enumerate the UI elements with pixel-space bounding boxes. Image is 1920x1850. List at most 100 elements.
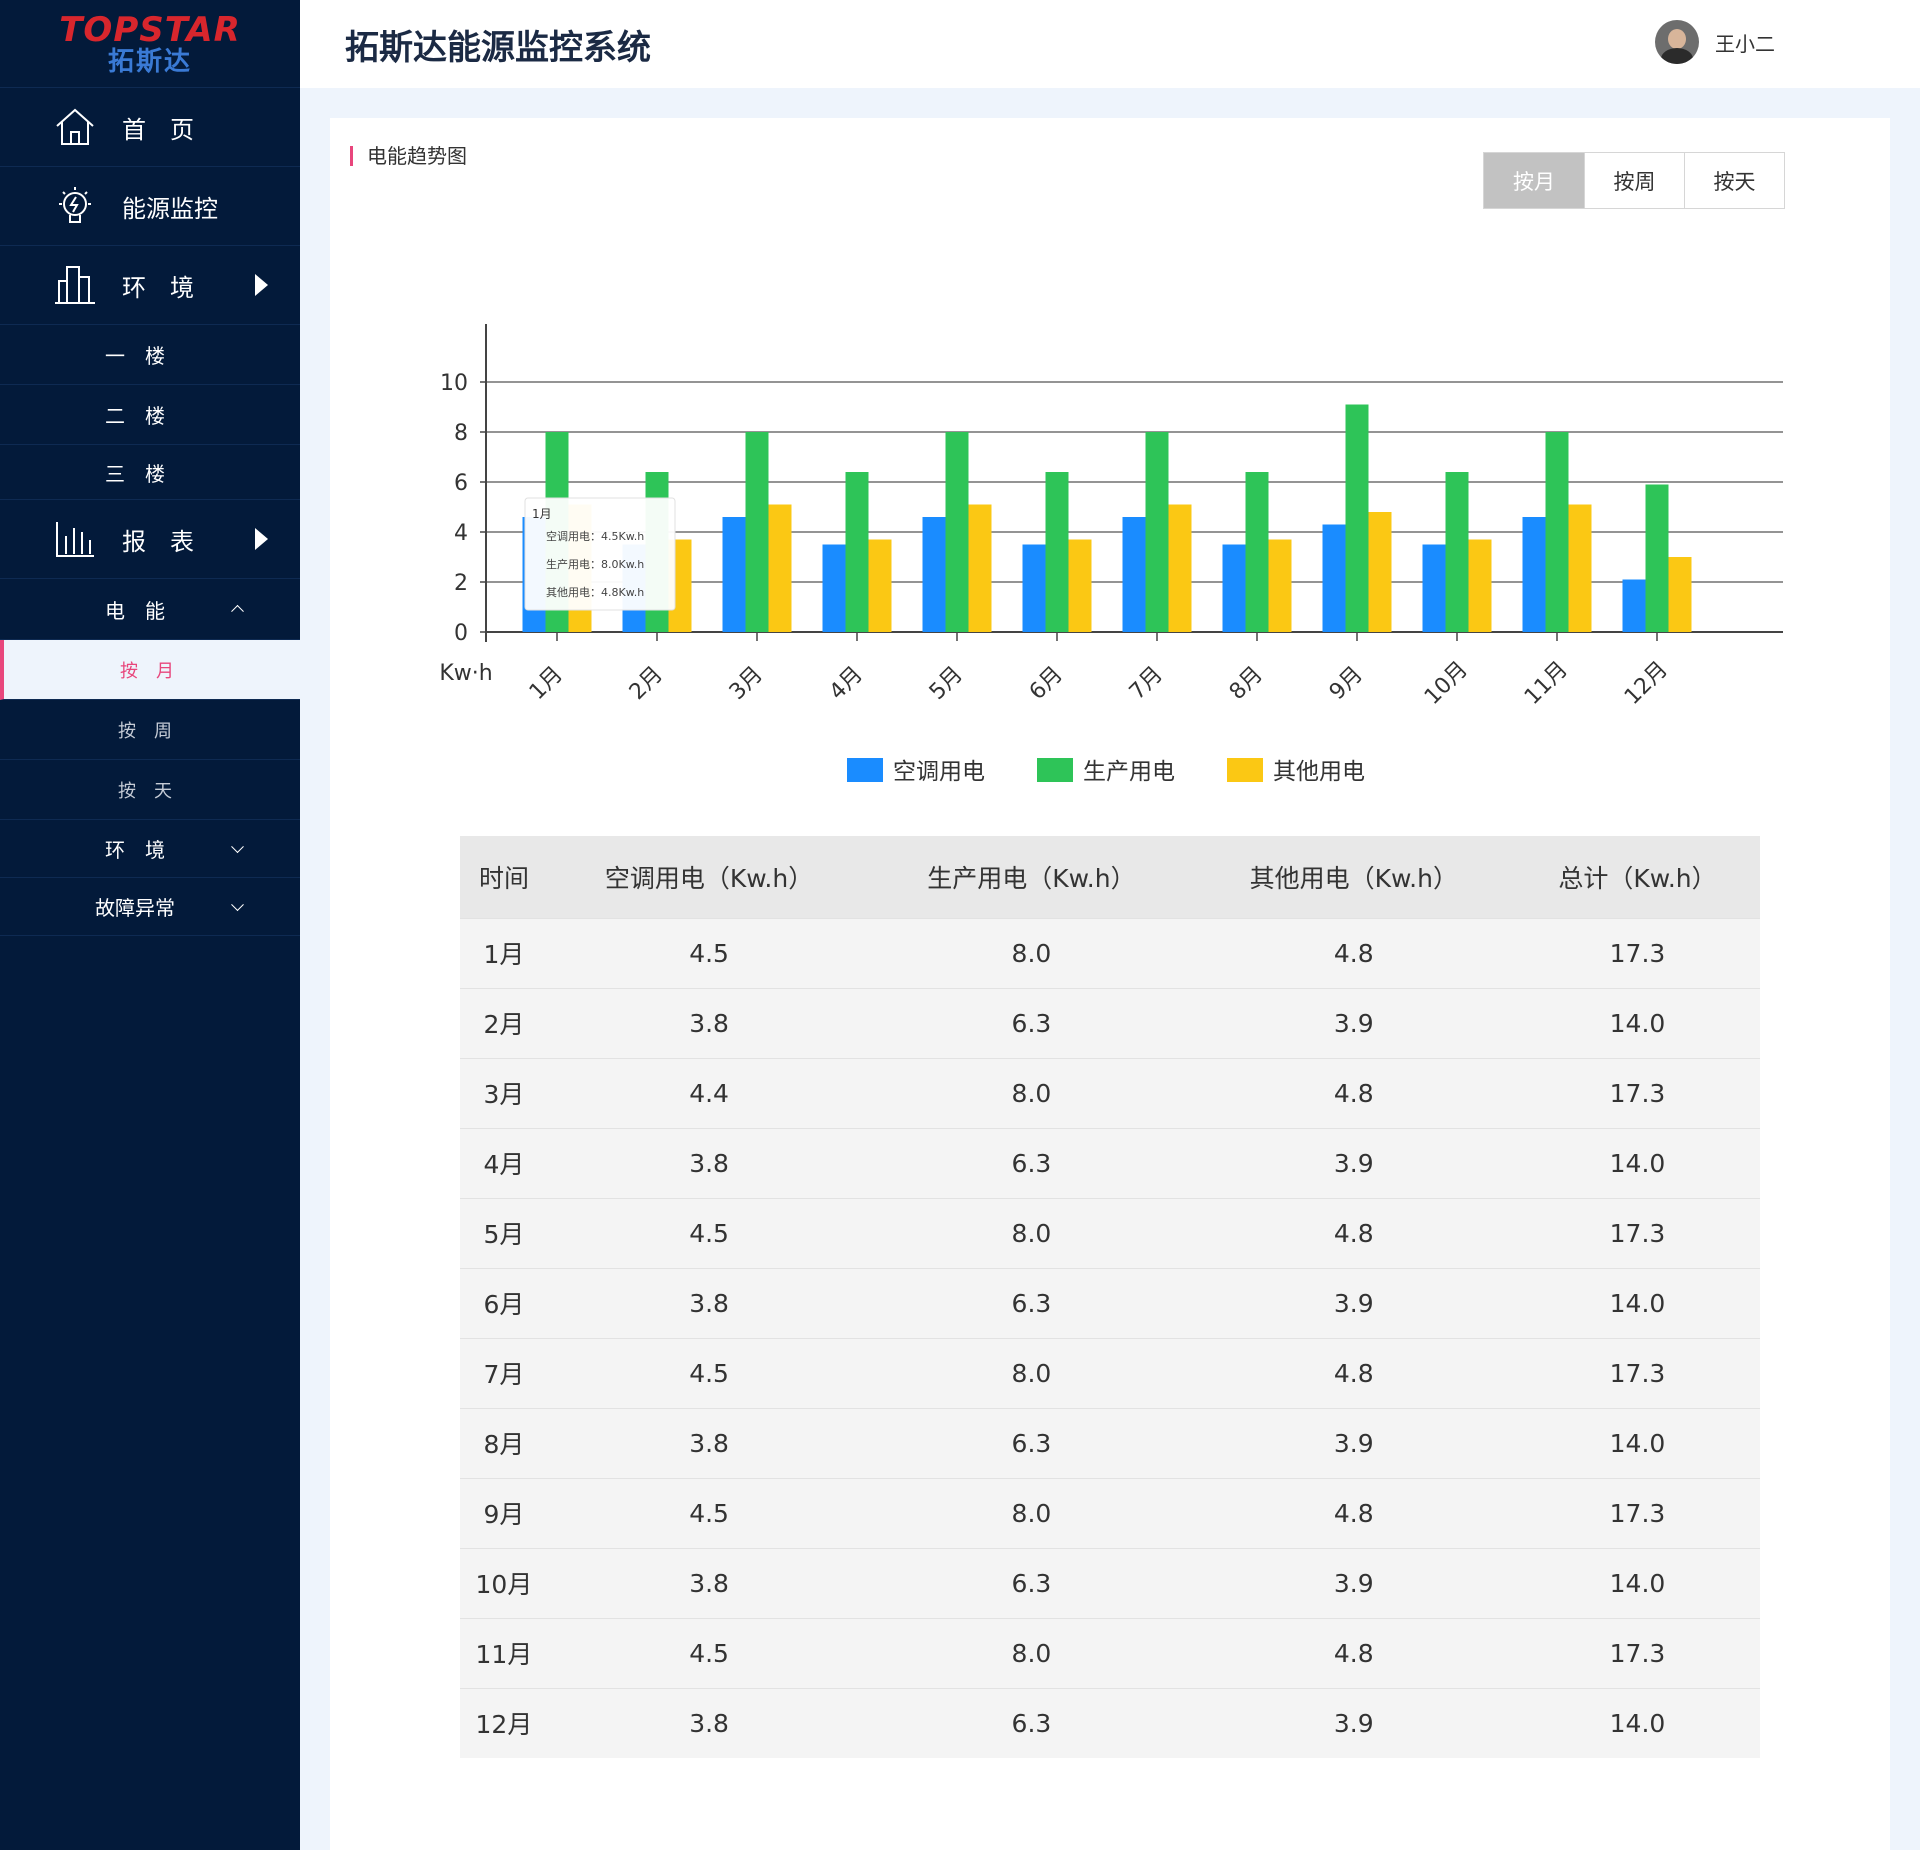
table-header-cell: 生产用电（Kw.h）	[870, 836, 1193, 918]
user-name: 王小二	[1715, 31, 1775, 56]
bar	[1545, 432, 1569, 632]
bar	[922, 517, 946, 632]
bar-chart-icon	[52, 516, 98, 562]
sidebar-floor-3[interactable]: 三 楼	[0, 445, 300, 500]
bar	[1222, 544, 1246, 632]
table-cell: 3.8	[547, 1267, 871, 1338]
sidebar-item-energy[interactable]: 能源监控	[0, 167, 300, 246]
bar	[1122, 517, 1146, 632]
table-header-cell: 其他用电（Kw.h）	[1192, 836, 1515, 918]
table-cell: 3.8	[547, 1127, 871, 1198]
tooltip-line: 生产用电：8.0Kw.h	[546, 557, 644, 571]
table-row: 10月 3.8 6.3 3.9 14.0	[460, 1547, 1760, 1618]
legend-label: 其他用电	[1273, 759, 1365, 785]
sidebar-report-env-label: 环 境	[105, 838, 165, 862]
brand-logo: TOPSTAR 拓斯达	[0, 0, 300, 88]
table-cell: 4.5	[547, 1197, 871, 1268]
user-menu[interactable]: 王小二	[1655, 20, 1775, 64]
table-cell: 3.9	[1192, 987, 1515, 1058]
bar	[1022, 544, 1046, 632]
x-tick-label: 6月	[1025, 662, 1068, 705]
table-cell: 8.0	[870, 1057, 1193, 1128]
table-cell: 6.3	[870, 1127, 1193, 1198]
x-tick-label: 10月	[1420, 657, 1473, 710]
bar	[1468, 539, 1492, 632]
sidebar-item-label: 环 境	[122, 273, 194, 302]
sidebar-power-label: 电 能	[105, 598, 165, 623]
x-tick-label: 11月	[1520, 657, 1573, 710]
sidebar-report-env-toggle[interactable]: 环 境	[0, 820, 300, 878]
table-cell: 17.3	[1514, 1617, 1760, 1688]
table-cell: 6.3	[870, 1547, 1193, 1618]
table-cell: 4.8	[1192, 1057, 1515, 1128]
table-cell: 9月	[460, 1477, 548, 1548]
bar	[1422, 544, 1446, 632]
bar	[722, 517, 746, 632]
sidebar: TOPSTAR 拓斯达 首 页 能源监控 环 境 一 楼 二 楼 三 楼 报 表…	[0, 0, 300, 1850]
table-cell: 3.8	[547, 1687, 871, 1758]
sidebar-power-month[interactable]: 按 月	[0, 640, 300, 700]
table-cell: 6.3	[870, 1407, 1193, 1478]
y-tick-label: 8	[454, 421, 468, 446]
avatar[interactable]	[1655, 20, 1699, 64]
table-cell: 4.8	[1192, 1477, 1515, 1548]
sidebar-item-label: 报 表	[122, 527, 194, 556]
sidebar-item-label: 能源监控	[122, 194, 218, 223]
bar	[868, 539, 892, 632]
bar	[1368, 512, 1392, 632]
bar	[745, 432, 769, 632]
table-cell: 3.9	[1192, 1267, 1515, 1338]
x-tick-label: 12月	[1620, 657, 1673, 710]
bar	[1445, 472, 1469, 632]
table-row: 11月 4.5 8.0 4.8 17.3	[460, 1617, 1760, 1688]
bar	[1045, 472, 1069, 632]
table-cell: 4.5	[547, 917, 871, 988]
table-cell: 8.0	[870, 917, 1193, 988]
table-header-cell: 总计（Kw.h）	[1514, 836, 1760, 918]
table-cell: 3.9	[1192, 1547, 1515, 1618]
sidebar-power-week[interactable]: 按 周	[0, 700, 300, 760]
table-cell: 17.3	[1514, 917, 1760, 988]
table-row: 3月 4.4 8.0 4.8 17.3	[460, 1057, 1760, 1128]
table-row: 7月 4.5 8.0 4.8 17.3	[460, 1337, 1760, 1408]
table-cell: 6月	[460, 1267, 548, 1338]
caret-right-icon	[255, 528, 268, 550]
bar	[1068, 539, 1092, 632]
bar	[1245, 472, 1269, 632]
caret-right-icon	[255, 274, 268, 296]
bar	[1322, 524, 1346, 632]
table-header-cell: 空调用电（Kw.h）	[547, 836, 871, 918]
sidebar-power-day[interactable]: 按 天	[0, 760, 300, 820]
bar	[1345, 404, 1369, 632]
bar	[1668, 557, 1692, 632]
legend-swatch	[1227, 758, 1263, 782]
x-tick-label: 3月	[725, 662, 768, 705]
table-cell: 3.9	[1192, 1127, 1515, 1198]
table-cell: 17.3	[1514, 1197, 1760, 1268]
sidebar-item-report[interactable]: 报 表	[0, 500, 300, 579]
y-tick-label: 2	[454, 571, 468, 596]
table-row: 2月 3.8 6.3 3.9 14.0	[460, 987, 1760, 1058]
y-axis-label: Kw·h	[439, 661, 492, 686]
table-cell: 14.0	[1514, 1407, 1760, 1478]
sidebar-item-env[interactable]: 环 境	[0, 246, 300, 325]
table-cell: 14.0	[1514, 1267, 1760, 1338]
table-cell: 4.4	[547, 1057, 871, 1128]
bar	[845, 472, 869, 632]
sidebar-item-home[interactable]: 首 页	[0, 88, 300, 167]
tooltip-title: 1月	[532, 507, 552, 521]
sidebar-floor-1[interactable]: 一 楼	[0, 325, 300, 385]
legend-swatch	[1037, 758, 1073, 782]
sidebar-power-toggle[interactable]: 电 能	[0, 579, 300, 640]
legend-swatch	[847, 758, 883, 782]
tooltip-line: 空调用电：4.5Kw.h	[546, 529, 644, 543]
sidebar-fault-toggle[interactable]: 故障异常	[0, 878, 300, 936]
table-cell: 6.3	[870, 1267, 1193, 1338]
table-cell: 4月	[460, 1127, 548, 1198]
table-cell: 8.0	[870, 1617, 1193, 1688]
table-cell: 4.8	[1192, 1337, 1515, 1408]
y-tick-label: 0	[454, 621, 468, 646]
sidebar-floor-2[interactable]: 二 楼	[0, 385, 300, 445]
table-cell: 8.0	[870, 1337, 1193, 1408]
table-cell: 11月	[460, 1617, 548, 1688]
